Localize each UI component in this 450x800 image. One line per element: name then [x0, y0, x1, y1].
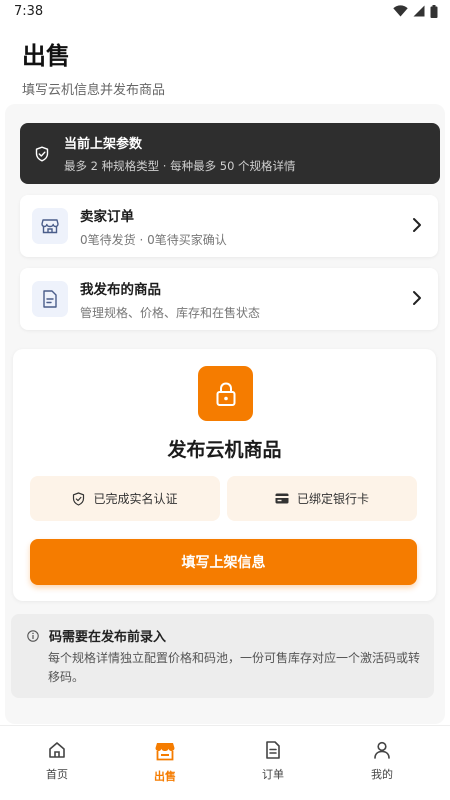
my-products-text: 我发布的商品 管理规格、价格、库存和在售状态 [80, 278, 260, 321]
fill-listing-info-button[interactable]: 填写上架信息 [30, 539, 417, 585]
lock-icon [216, 381, 235, 406]
page-title: 出售 [22, 42, 70, 70]
orders-icon [266, 741, 280, 759]
seller-orders-link[interactable]: 卖家订单 0笔待发货 · 0笔待买家确认 [20, 195, 438, 257]
info-icon [27, 629, 39, 642]
identity-verified-label: 已完成实名认证 [93, 492, 178, 506]
nav-label-profile: 我的 [371, 768, 393, 781]
seller-orders-description: 0笔待发货 · 0笔待买家确认 [80, 232, 227, 247]
notice-text: 当前上架参数 最多 2 种规格类型 · 每种最多 50 个规格详情 [64, 133, 296, 174]
publish-card: 发布云机商品 已完成实名认证 已绑定银行卡 填写上架信息 [13, 349, 436, 601]
nav-item-sell[interactable]: 出售 [130, 740, 200, 784]
code-requirement-info: 码需要在发布前录入 每个规格详情独立配置价格和码池，一份可售库存对应一个激活码或… [11, 614, 434, 698]
profile-icon [374, 741, 390, 759]
my-products-description: 管理规格、价格、库存和在售状态 [80, 305, 261, 320]
nav-label-orders: 订单 [262, 768, 284, 781]
chevron-right-icon [413, 218, 421, 232]
status-icons [393, 4, 438, 18]
status-bar: 7:38 [0, 0, 450, 22]
shield-check-icon [35, 146, 49, 161]
bank-card-bound-label: 已绑定银行卡 [296, 492, 369, 506]
nav-item-orders[interactable]: 订单 [238, 740, 308, 782]
nav-item-home[interactable]: 首页 [22, 740, 92, 782]
seller-orders-title: 卖家订单 [80, 208, 134, 225]
my-products-title: 我发布的商品 [80, 281, 161, 298]
page-subtitle: 填写云机信息并发布商品 [22, 83, 166, 98]
publish-title: 发布云机商品 [167, 439, 282, 461]
signal-icon [413, 5, 425, 17]
notice-description: 最多 2 种规格类型 · 每种最多 50 个规格详情 [64, 159, 296, 173]
storefront-icon [41, 219, 59, 234]
info-title: 码需要在发布前录入 [49, 630, 167, 645]
bank-card-bound-badge: 已绑定银行卡 [227, 476, 417, 521]
info-text: 每个规格详情独立配置价格和码池，一份可售库存对应一个激活码或转移码。 [48, 651, 421, 684]
notice-title: 当前上架参数 [64, 137, 143, 152]
store-icon [155, 743, 175, 761]
document-icon [43, 290, 57, 308]
nav-label-home: 首页 [46, 768, 68, 781]
info-header: 码需要在发布前录入 [27, 626, 420, 645]
my-products-icon-box [32, 281, 68, 317]
seller-orders-text: 卖家订单 0笔待发货 · 0笔待买家确认 [80, 205, 227, 248]
shield-check-icon [73, 491, 85, 506]
nav-label-sell: 出售 [154, 770, 176, 783]
chevron-right-icon [413, 291, 421, 305]
page-header: 出售 填写云机信息并发布商品 [22, 36, 165, 98]
nav-item-profile[interactable]: 我的 [347, 740, 417, 782]
wifi-icon [393, 5, 408, 17]
bank-card-icon [275, 493, 289, 504]
bottom-nav: 首页 出售 订单 我的 [0, 725, 450, 800]
identity-verified-badge: 已完成实名认证 [30, 476, 220, 521]
home-icon [49, 742, 65, 758]
seller-orders-icon-box [32, 208, 68, 244]
battery-icon [430, 4, 438, 18]
listing-params-notice: 当前上架参数 最多 2 种规格类型 · 每种最多 50 个规格详情 [20, 123, 440, 184]
lock-icon-box [198, 366, 253, 421]
status-time: 7:38 [14, 3, 44, 19]
my-products-link[interactable]: 我发布的商品 管理规格、价格、库存和在售状态 [20, 268, 438, 330]
